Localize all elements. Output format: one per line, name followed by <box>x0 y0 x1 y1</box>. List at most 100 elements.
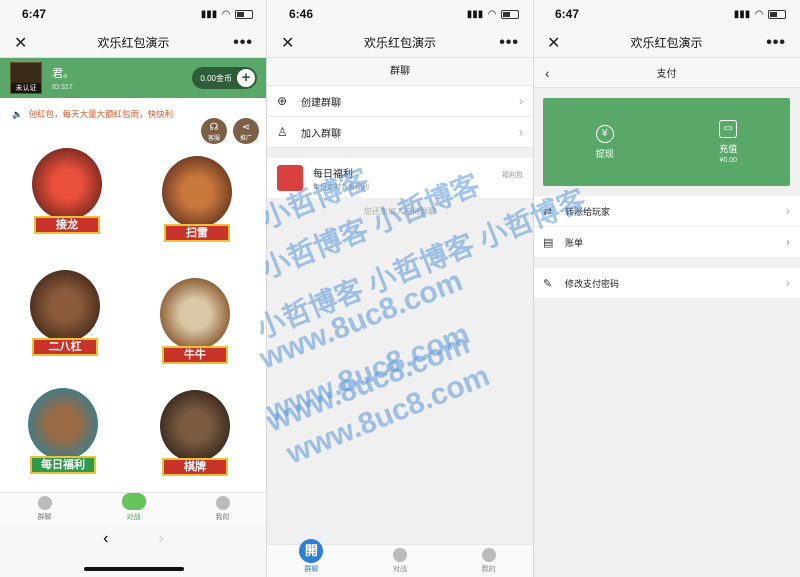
wifi-icon: ◠ <box>755 8 763 20</box>
status-icons: ▮▮▮ ◠ <box>734 9 786 20</box>
game-erbagang[interactable]: 二八杠 <box>20 266 110 366</box>
payment-card: ¥ 提现 ▭ 充值 ¥0.00 <box>543 98 790 186</box>
recharge-label: 充值 <box>719 144 738 154</box>
bill-icon: ▤ <box>543 236 554 249</box>
game-label: 每日福利 <box>30 456 96 474</box>
tab-label: 我的 <box>215 514 230 521</box>
tab-label: 对战 <box>126 514 141 521</box>
plus-circle-icon: ⊕ <box>277 94 288 108</box>
battery-icon <box>235 9 253 19</box>
game-daily-bonus[interactable]: 每日福利 <box>18 384 108 484</box>
game-lobby-screen: 6:47 ▮▮▮ ◠ ✕ 欢乐红包演示 ••• 未认证 君。 ID:317 0.0… <box>0 0 267 577</box>
transfer-icon: ⇄ <box>543 205 553 218</box>
page-title: 欢乐红包演示 <box>97 36 170 50</box>
headset-icon: ☊ <box>209 122 219 133</box>
profile-icon <box>481 548 496 562</box>
group-item[interactable]: 每日福利 每日定时派发福利 福利包 <box>267 158 533 198</box>
tab-label: 我的 <box>481 566 496 573</box>
side-buttons: ☊ 客服 ⋖ 推广 <box>201 118 259 144</box>
avatar[interactable]: 未认证 <box>10 62 42 94</box>
battle-icon <box>393 548 407 562</box>
join-group-row[interactable]: ♙ 加入群聊 › <box>267 117 533 148</box>
more-icon[interactable]: ••• <box>499 34 519 52</box>
withdraw-label: 提现 <box>595 148 614 159</box>
game-label: 接龙 <box>34 216 100 234</box>
bill-row[interactable]: ▤ 账单 › <box>533 227 800 258</box>
withdraw-button[interactable]: ¥ 提现 <box>543 98 667 186</box>
group-subtitle: 每日定时派发福利 <box>313 183 369 191</box>
tab-label: 对战 <box>393 566 407 573</box>
change-password-row[interactable]: ✎ 修改支付密码 › <box>533 268 800 299</box>
status-time: 6:47 <box>22 7 47 21</box>
back-arrow-icon[interactable]: ‹ <box>545 65 550 81</box>
user-id: ID:317 <box>52 84 73 91</box>
group-tag: 福利包 <box>502 172 523 179</box>
tab-label: 群聊 <box>37 514 52 521</box>
tab-me[interactable]: 我的 <box>178 493 267 524</box>
tab-bar: 開群聊 对战 我的 <box>267 539 533 577</box>
game-qipai[interactable]: 棋牌 <box>150 386 240 486</box>
close-icon[interactable]: ✕ <box>547 33 560 53</box>
speaker-icon: 🔈 <box>12 108 23 119</box>
browser-nav: ‹ › <box>0 524 267 577</box>
status-bar: 6:46 ▮▮▮ ◠ <box>267 0 533 28</box>
coin-balance-button[interactable]: 0.00金币 + <box>192 67 257 89</box>
chat-icon <box>37 496 52 510</box>
more-icon[interactable]: ••• <box>233 34 253 52</box>
chevron-right-icon: › <box>519 94 523 108</box>
transfer-row[interactable]: ⇄ 转账给玩家 › <box>533 196 800 227</box>
user-info: 君。 ID:317 <box>52 65 74 91</box>
tab-battle[interactable]: 对战 <box>356 545 445 577</box>
girl-icon <box>28 388 98 460</box>
user-name: 君。 <box>52 68 74 80</box>
game-niuniu[interactable]: 牛牛 <box>150 274 240 374</box>
status-icons: ▮▮▮ ◠ <box>467 9 519 20</box>
balance-amount: ¥0.00 <box>719 157 738 164</box>
game-jielong[interactable]: 接龙 <box>22 144 112 244</box>
create-group-row[interactable]: ⊕ 创建群聊 › <box>267 86 533 117</box>
gambler-icon <box>30 270 100 342</box>
nav-bar: ✕ 欢乐红包演示 ••• <box>533 28 800 58</box>
payment-screen: 6:47 ▮▮▮ ◠ ✕ 欢乐红包演示 ••• ‹ 支付 ¥ 提现 ▭ 充值 ¥0… <box>533 0 800 577</box>
cowboy-icon <box>162 156 232 228</box>
coin-balance: 0.00金币 <box>200 73 232 83</box>
auth-badge: 未认证 <box>11 83 41 93</box>
bandits-icon <box>160 390 230 462</box>
tab-group-chat[interactable]: 開群聊 <box>267 539 356 577</box>
page-title: 欢乐红包演示 <box>363 36 436 50</box>
status-bar: 6:47 ▮▮▮ ◠ <box>533 0 800 28</box>
user-bar: 未认证 君。 ID:317 0.00金币 + <box>0 58 267 98</box>
more-icon[interactable]: ••• <box>766 34 786 52</box>
customer-service-label: 客服 <box>207 136 220 142</box>
recharge-button[interactable]: ▭ 充值 ¥0.00 <box>667 98 791 186</box>
user-icon: ♙ <box>277 125 288 139</box>
game-saolei[interactable]: 扫雷 <box>152 152 242 252</box>
game-label: 扫雷 <box>164 224 230 242</box>
tab-me[interactable]: 我的 <box>444 545 533 577</box>
game-label: 二八杠 <box>32 338 98 356</box>
open-icon: 開 <box>299 539 324 563</box>
home-indicator <box>83 567 184 571</box>
row-label: 创建群聊 <box>301 97 341 109</box>
chevron-right-icon: › <box>786 204 790 218</box>
payment-title: 支付 <box>656 69 677 80</box>
wifi-icon: ◠ <box>488 8 496 20</box>
game-label: 牛牛 <box>162 346 228 364</box>
tab-battle[interactable]: 对战 <box>89 493 178 524</box>
nav-bar: ✕ 欢乐红包演示 ••• <box>267 28 533 58</box>
dragon-icon <box>32 148 102 220</box>
close-icon[interactable]: ✕ <box>281 33 294 53</box>
profile-icon <box>215 496 230 510</box>
empty-hint: 您还未加入任何群聊 <box>364 207 436 216</box>
plus-icon[interactable]: + <box>237 69 255 87</box>
customer-service-button[interactable]: ☊ 客服 <box>201 118 227 144</box>
panel-divider <box>533 0 534 577</box>
row-label: 转账给玩家 <box>565 206 611 217</box>
share-button[interactable]: ⋖ 推广 <box>233 118 259 144</box>
tab-group-chat[interactable]: 群聊 <box>0 493 89 524</box>
group-text: 每日福利 每日定时派发福利 <box>313 165 369 192</box>
signal-icon: ▮▮▮ <box>466 8 484 20</box>
row-label: 修改支付密码 <box>565 278 620 289</box>
signal-icon: ▮▮▮ <box>200 8 218 20</box>
close-icon[interactable]: ✕ <box>14 33 27 53</box>
